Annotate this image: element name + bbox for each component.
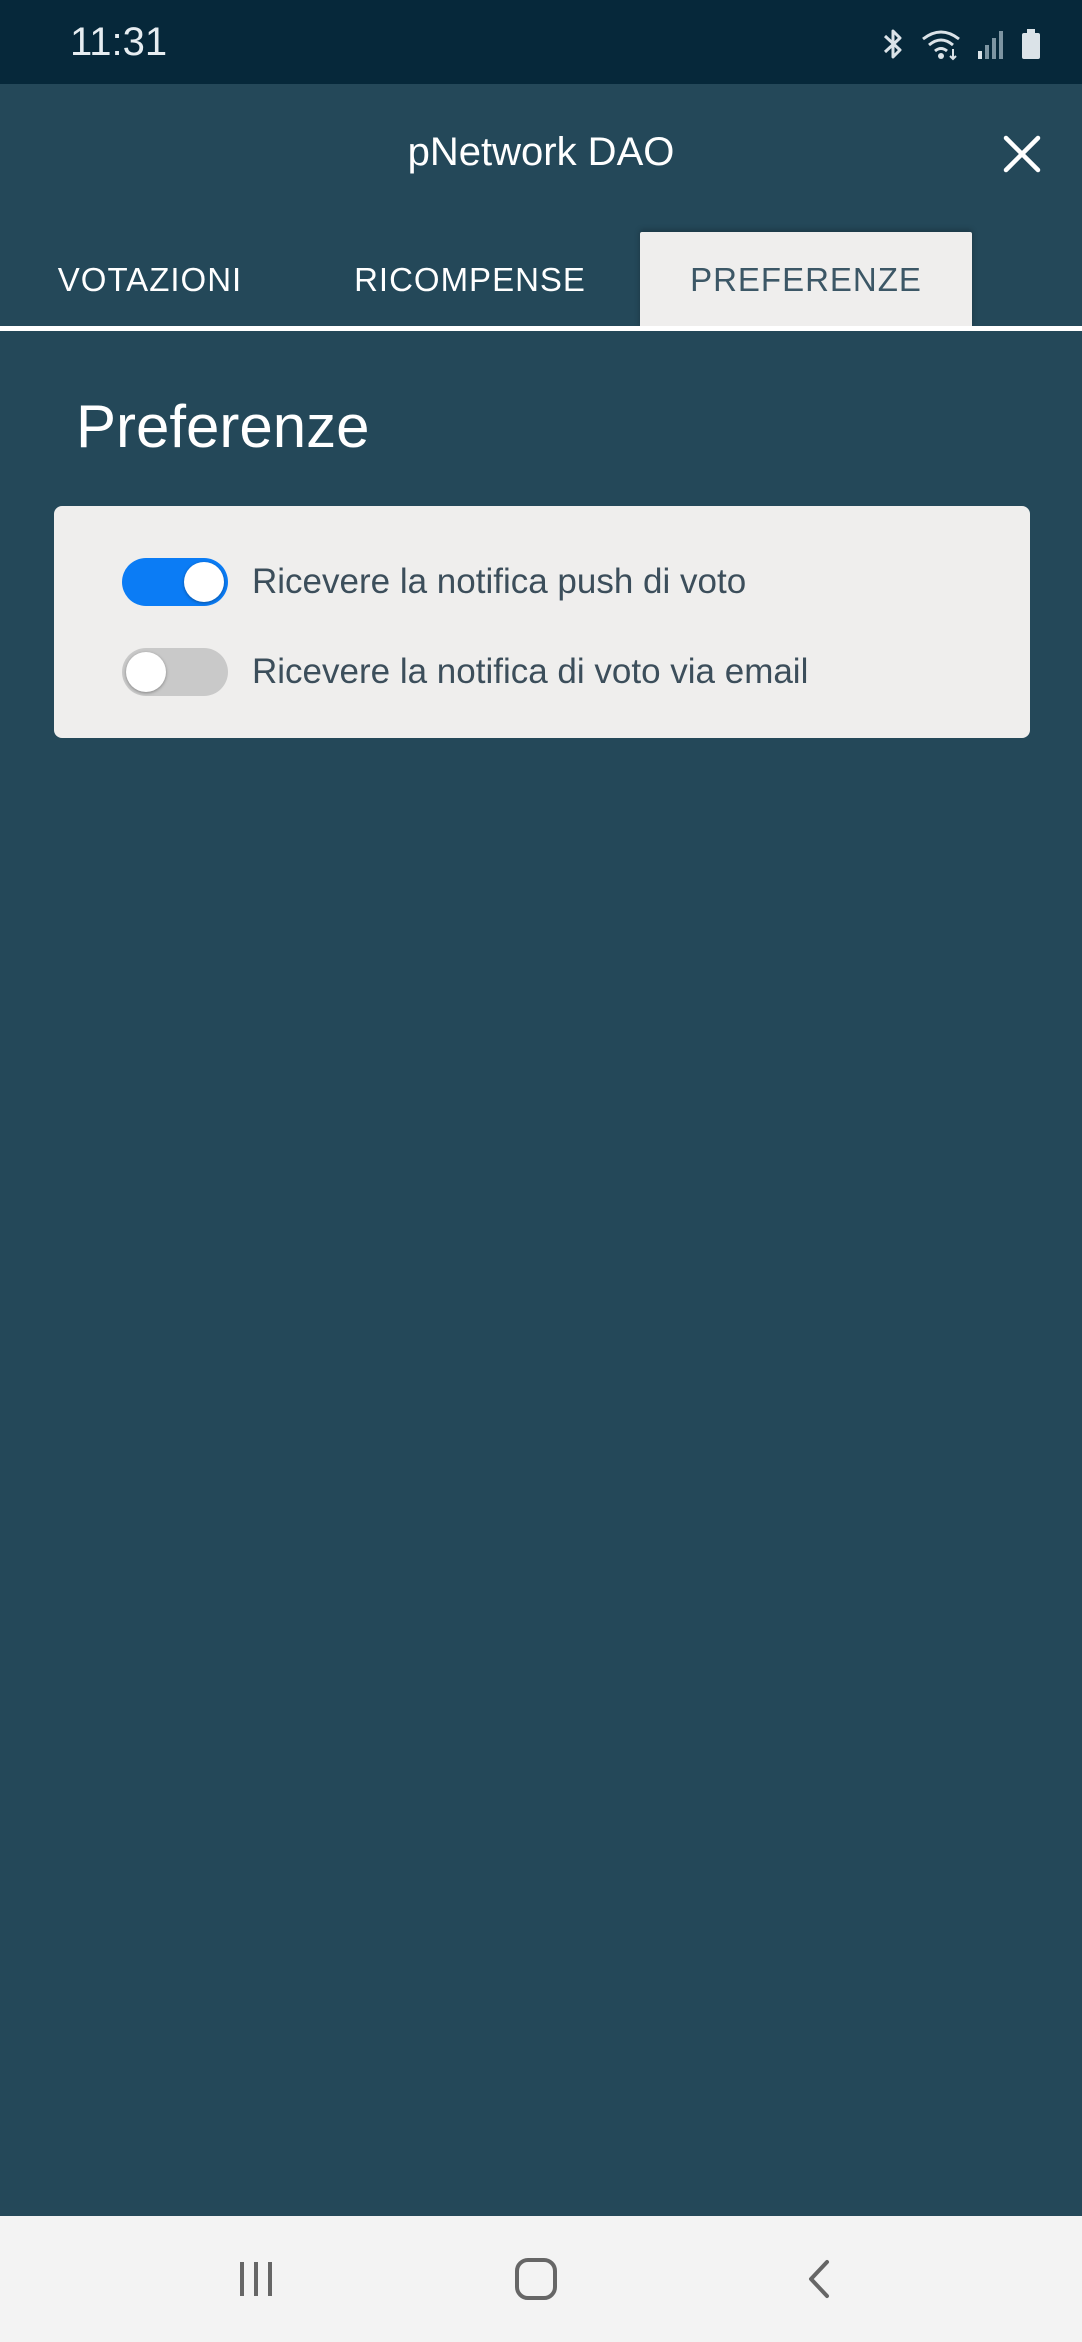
status-icons (880, 22, 1042, 66)
toggle-knob (184, 562, 224, 602)
page-title: Preferenze (76, 393, 370, 460)
wifi-icon (920, 27, 962, 61)
bluetooth-icon (880, 27, 906, 61)
push-notification-toggle[interactable] (122, 558, 228, 606)
system-nav-bar (0, 2216, 1082, 2342)
signal-icon (976, 27, 1006, 61)
back-button[interactable] (780, 2244, 860, 2314)
tab-preferenze[interactable]: PREFERENZE (640, 232, 972, 328)
app-title: pNetwork DAO (407, 130, 675, 174)
recents-icon (240, 2262, 272, 2296)
email-notification-toggle[interactable] (122, 648, 228, 696)
recents-button[interactable] (216, 2244, 296, 2314)
tab-underline (0, 326, 1082, 331)
close-button[interactable] (992, 124, 1052, 184)
push-notification-row: Ricevere la notifica push di voto (122, 558, 746, 606)
home-button[interactable] (496, 2244, 576, 2314)
toggle-knob (126, 652, 166, 692)
tab-ricompense[interactable]: RICOMPENSE (310, 232, 630, 328)
push-notification-label: Ricevere la notifica push di voto (252, 562, 747, 601)
close-icon (1003, 135, 1041, 173)
preferences-card: Ricevere la notifica push di voto Riceve… (54, 506, 1030, 738)
battery-icon (1020, 27, 1042, 61)
email-notification-row: Ricevere la notifica di voto via email (122, 648, 808, 696)
tab-votazioni[interactable]: VOTAZIONI (20, 232, 280, 328)
status-time: 11:31 (70, 20, 168, 64)
status-bar: 11:31 (0, 0, 1082, 84)
home-icon (515, 2258, 557, 2300)
app-header: pNetwork DAO (0, 84, 1082, 230)
back-icon (809, 2260, 829, 2298)
email-notification-label: Ricevere la notifica di voto via email (252, 652, 809, 691)
tab-bar: VOTAZIONI RICOMPENSE PREFERENZE (0, 230, 1082, 328)
